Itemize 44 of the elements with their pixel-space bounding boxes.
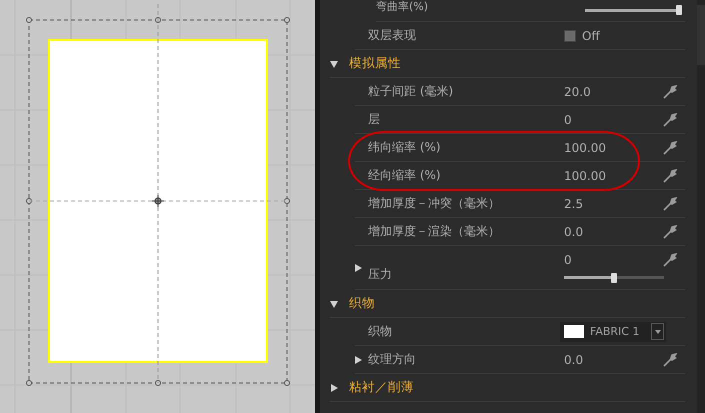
dropdown-button[interactable] — [651, 323, 664, 340]
property-label: 层 — [368, 111, 381, 128]
property-label: 纹理方向 — [368, 351, 417, 368]
pressure-slider[interactable] — [564, 272, 664, 282]
wrench-icon[interactable] — [663, 196, 677, 210]
expand-arrow-icon[interactable] — [330, 300, 338, 308]
property-value[interactable]: 0.0 — [564, 352, 584, 366]
property-value[interactable]: 2.5 — [564, 196, 584, 210]
property-value[interactable]: 100.00 — [564, 168, 606, 182]
property-label: 增加厚度－渲染（毫米） — [368, 223, 501, 240]
wrench-icon[interactable] — [663, 224, 677, 238]
property-value[interactable]: 100.00 — [564, 140, 606, 154]
toggle-value: Off — [582, 28, 600, 42]
wrench-icon[interactable] — [663, 168, 677, 182]
expand-arrow-icon[interactable] — [330, 60, 338, 68]
caret-icon — [654, 330, 660, 334]
property-label: 双层表现 — [368, 27, 417, 44]
property-value[interactable]: 0.0 — [564, 224, 584, 238]
bend-slider[interactable] — [585, 5, 681, 15]
property-value[interactable]: 0 — [564, 112, 572, 126]
property-value[interactable]: 20.0 — [564, 84, 591, 98]
wrench-icon[interactable] — [663, 352, 677, 366]
property-label: 织物 — [368, 323, 393, 340]
fabric-swatch — [564, 325, 584, 338]
wrench-icon[interactable] — [663, 112, 677, 126]
wrench-icon[interactable] — [663, 84, 677, 98]
property-label: 粒子间距 (毫米) — [368, 83, 454, 100]
property-label: 弯曲率(%) — [376, 1, 430, 13]
property-label: 纬向缩率 (%) — [368, 139, 442, 156]
section-title: 织物 — [349, 295, 375, 312]
property-label: 压力 — [368, 266, 393, 283]
property-label: 增加厚度－冲突（毫米） — [368, 195, 501, 212]
wrench-icon[interactable] — [663, 252, 677, 266]
center-handle[interactable] — [152, 194, 164, 208]
property-label: 经向缩率 (%) — [368, 167, 442, 184]
fabric-dropdown[interactable]: FABRIC 1 — [560, 322, 666, 342]
section-title: 粘衬／削薄 — [349, 379, 414, 396]
expand-arrow-icon[interactable] — [355, 356, 362, 364]
expand-arrow-icon[interactable] — [355, 264, 362, 272]
wrench-icon[interactable] — [663, 140, 677, 154]
checkbox[interactable] — [564, 30, 576, 42]
property-value[interactable]: 0 — [564, 252, 572, 266]
section-title: 模拟属性 — [349, 55, 401, 72]
expand-arrow-icon[interactable] — [330, 384, 338, 392]
